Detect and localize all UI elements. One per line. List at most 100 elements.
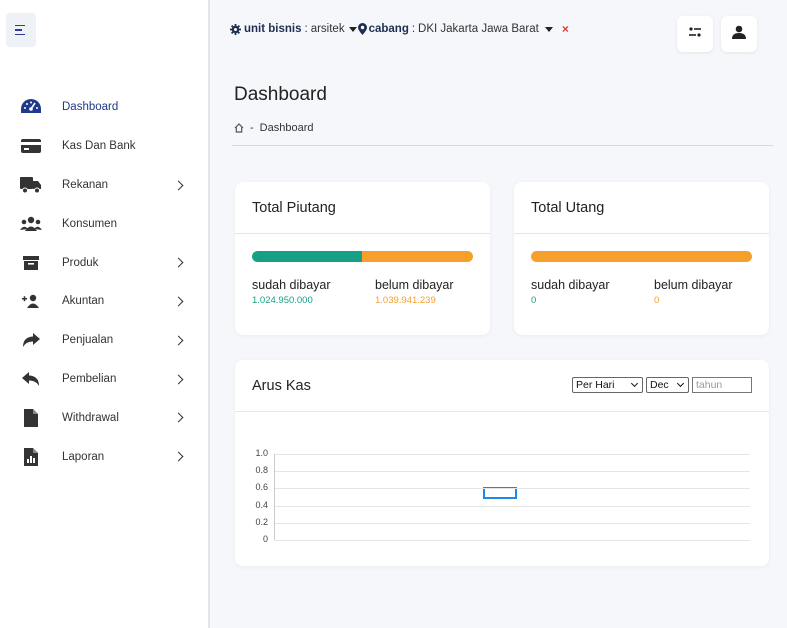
- sidebar-item-label: Rekanan: [62, 178, 109, 191]
- sidebar-item-rekanan[interactable]: Rekanan: [0, 166, 208, 205]
- sidebar-item-kas-dan-bank[interactable]: Kas Dan Bank: [0, 127, 208, 166]
- truck-icon: [20, 175, 42, 195]
- piutang-progress-bar: [252, 251, 473, 262]
- home-icon[interactable]: [234, 123, 244, 133]
- unpaid-value: 0: [654, 295, 660, 306]
- chevron-right-icon: [173, 412, 184, 423]
- chevron-right-icon: [173, 180, 184, 191]
- card-title: Total Utang: [514, 182, 769, 234]
- sidebar-item-label: Konsumen: [62, 217, 117, 230]
- context-selector: unit bisnis : arsitek cabang : DKI Jakar…: [230, 22, 569, 36]
- user-icon: [732, 25, 746, 44]
- menu-toggle-button[interactable]: [6, 13, 36, 47]
- y-tick-label: 0.2: [255, 516, 268, 527]
- paid-summary: sudah dibayar 0: [531, 278, 610, 306]
- file-icon: [20, 408, 42, 428]
- sidebar-item-label: Laporan: [62, 450, 105, 463]
- unit-dropdown-caret-icon[interactable]: [348, 26, 357, 32]
- paid-summary: sudah dibayar 1.024.950.000: [252, 278, 331, 306]
- hamburger-line: [15, 24, 25, 27]
- unit-bisnis-label: unit bisnis: [244, 23, 302, 35]
- sliders-icon: [687, 25, 703, 43]
- separator: :: [411, 23, 416, 35]
- share-icon: [20, 330, 42, 350]
- sidebar-item-label: Withdrawal: [62, 411, 119, 424]
- paid-label: sudah dibayar: [252, 278, 331, 292]
- chevron-right-icon: [173, 374, 184, 385]
- sidebar-item-label: Penjualan: [62, 334, 114, 347]
- gridline: [274, 454, 750, 455]
- user-profile-button[interactable]: [721, 16, 757, 52]
- arus-kas-filters: Per Hari Dec tahun: [572, 377, 752, 393]
- year-input[interactable]: tahun: [692, 377, 752, 393]
- sidebar: Dashboard Kas Dan Bank Rekanan Konsumen: [0, 0, 210, 628]
- cabang-value[interactable]: DKI Jakarta Jawa Barat: [418, 23, 539, 35]
- arus-kas-chart: 1.0 0.8 0.6 0.4 0.2 0: [235, 412, 769, 566]
- sidebar-item-penjualan[interactable]: Penjualan: [0, 321, 208, 360]
- arus-kas-card: Arus Kas Per Hari Dec tahun 1.0 0.8 0.6 0.4…: [235, 360, 769, 566]
- sidebar-item-label: Pembelian: [62, 372, 117, 385]
- gridline: [274, 522, 750, 524]
- reply-icon: [20, 369, 42, 389]
- hamburger-line: [15, 33, 25, 36]
- paid-label: sudah dibayar: [531, 278, 610, 292]
- sidebar-item-akuntan[interactable]: Akuntan: [0, 282, 208, 321]
- gridline: [274, 471, 750, 473]
- card-title: Total Piutang: [235, 182, 490, 234]
- cabang-dropdown-caret-icon[interactable]: [544, 26, 553, 32]
- sidebar-item-konsumen[interactable]: Konsumen: [0, 204, 208, 243]
- chevron-right-icon: [173, 335, 184, 346]
- chevron-down-icon: [676, 379, 685, 388]
- unpaid-summary: belum dibayar 1.039.941.239: [375, 278, 454, 306]
- clear-filter-icon[interactable]: ×: [562, 22, 569, 36]
- unpaid-summary: belum dibayar 0: [654, 278, 733, 306]
- paid-value: 1.024.950.000: [252, 295, 313, 306]
- unpaid-portion: [361, 251, 473, 262]
- y-tick-label: 0.6: [255, 482, 268, 493]
- sidebar-item-dashboard[interactable]: Dashboard: [0, 88, 208, 127]
- unpaid-portion: [531, 251, 752, 262]
- sidebar-item-label: Dashboard: [62, 101, 119, 114]
- sidebar-item-label: Kas Dan Bank: [62, 140, 136, 153]
- divider: [232, 145, 773, 146]
- credit-card-icon: [20, 136, 42, 156]
- gridline: [274, 488, 750, 490]
- unpaid-value: 1.039.941.239: [375, 295, 436, 306]
- chevron-right-icon: [173, 451, 184, 462]
- map-marker-icon: [357, 23, 367, 35]
- sidebar-item-pembelian[interactable]: Pembelian: [0, 360, 208, 399]
- utang-progress-bar: [531, 251, 752, 262]
- chevron-down-icon: [630, 379, 639, 388]
- gridline: [274, 540, 750, 541]
- period-selected: Per Hari: [576, 379, 615, 391]
- sidebar-item-label: Akuntan: [62, 295, 105, 308]
- settings-toggle-button[interactable]: [677, 16, 713, 52]
- sidebar-item-label: Produk: [62, 256, 99, 269]
- sidebar-item-produk[interactable]: Produk: [0, 243, 208, 282]
- sidebar-item-laporan[interactable]: Laporan: [0, 437, 208, 476]
- paid-portion: [252, 251, 362, 262]
- period-select[interactable]: Per Hari: [572, 377, 643, 393]
- users-icon: [20, 214, 42, 234]
- month-selected: Dec: [650, 379, 669, 391]
- chevron-right-icon: [173, 257, 184, 268]
- unpaid-label: belum dibayar: [375, 278, 454, 292]
- month-select[interactable]: Dec: [646, 377, 689, 393]
- y-tick-label: 0.4: [255, 499, 268, 510]
- breadcrumb: - Dashboard: [234, 122, 314, 134]
- unpaid-label: belum dibayar: [654, 278, 733, 292]
- breadcrumb-current: Dashboard: [259, 122, 314, 134]
- chevron-right-icon: [173, 296, 184, 307]
- separator: :: [304, 23, 308, 35]
- y-tick-label: 0: [262, 534, 268, 544]
- y-tick-label: 1.0: [255, 448, 268, 458]
- unit-bisnis-value[interactable]: arsitek: [311, 23, 345, 35]
- page-title: Dashboard: [234, 84, 327, 105]
- hamburger-line: [15, 29, 22, 31]
- breadcrumb-separator: -: [250, 122, 254, 134]
- archive-icon: [20, 253, 42, 273]
- sidebar-item-withdrawal[interactable]: Withdrawal: [0, 398, 208, 437]
- cabang-label: cabang: [368, 23, 409, 35]
- y-tick-label: 0.8: [255, 465, 268, 476]
- paid-value: 0: [531, 295, 537, 306]
